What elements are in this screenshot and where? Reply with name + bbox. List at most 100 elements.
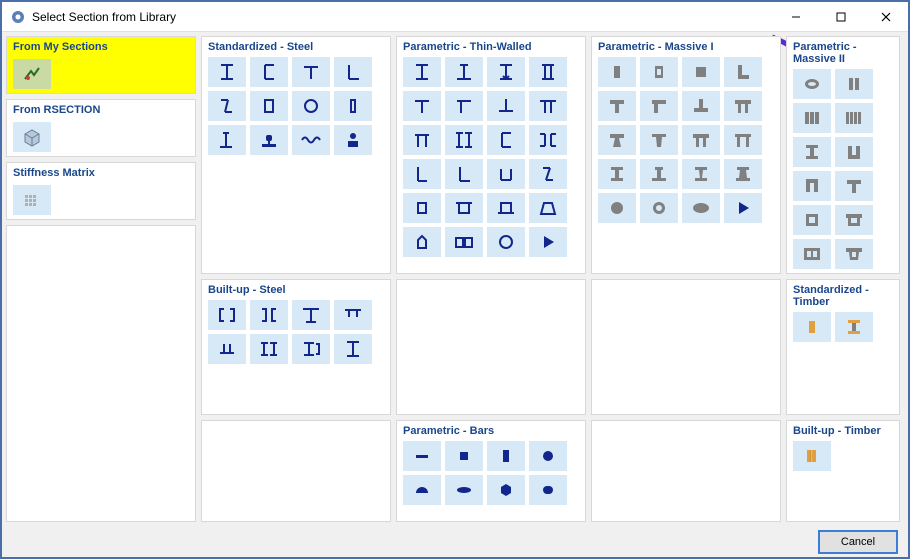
section-flat-icon[interactable]: [334, 91, 372, 121]
section-box-girder-icon[interactable]: [445, 193, 483, 223]
section-bar-square-icon[interactable]: [445, 441, 483, 471]
section-angle-icon[interactable]: [334, 57, 372, 87]
section-box-massive-icon[interactable]: [793, 205, 831, 235]
section-u-inv-massive-icon[interactable]: [793, 171, 831, 201]
section-tee-double-icon[interactable]: [529, 91, 567, 121]
section-hat-icon[interactable]: [334, 300, 372, 330]
section-box2-icon[interactable]: [487, 193, 525, 223]
section-hollow-rect-icon[interactable]: [250, 91, 288, 121]
section-doubletee-solid-icon[interactable]: [724, 125, 762, 155]
section-user-icon[interactable]: [334, 125, 372, 155]
section-circle-solid-icon[interactable]: [598, 193, 636, 223]
section-i-cell-icon[interactable]: [529, 57, 567, 87]
section-half-hex-icon[interactable]: [403, 227, 441, 257]
section-z-thin-icon[interactable]: [529, 159, 567, 189]
section-i-massive2-icon[interactable]: [793, 137, 831, 167]
section-square-solid-icon[interactable]: [682, 57, 720, 87]
section-hollow-circle-icon[interactable]: [292, 91, 330, 121]
section-triple-box-icon[interactable]: [835, 273, 873, 274]
section-i-built-icon[interactable]: [334, 334, 372, 364]
section-bar-halfcircle-icon[interactable]: [403, 475, 441, 505]
section-tee-asym-solid-icon[interactable]: [640, 91, 678, 121]
section-crane-rail-icon[interactable]: [208, 125, 246, 155]
section-l-solid-icon[interactable]: [724, 57, 762, 87]
section-crane-rail2-icon[interactable]: [250, 125, 288, 155]
section-channel-thin-icon[interactable]: [487, 125, 525, 155]
section-bar-round-icon[interactable]: [529, 441, 567, 471]
section-rect-solid-icon[interactable]: [598, 57, 636, 87]
section-tee-thin-icon[interactable]: [403, 91, 441, 121]
section-angle-thin-icon[interactable]: [445, 159, 483, 189]
section-u-massive-icon[interactable]: [835, 137, 873, 167]
section-double-box-icon[interactable]: [445, 227, 483, 257]
section-double-channel-in-icon[interactable]: [250, 300, 288, 330]
section-two-bars-icon[interactable]: [835, 69, 873, 99]
section-ellipse-solid-icon[interactable]: [682, 193, 720, 223]
section-tee-asym-icon[interactable]: [445, 91, 483, 121]
section-channel-icon[interactable]: [250, 57, 288, 87]
section-i-beam-icon[interactable]: [208, 57, 246, 87]
rsection-button[interactable]: [13, 122, 51, 152]
section-play-massive-icon[interactable]: [724, 193, 762, 223]
section-bar-rect-icon[interactable]: [487, 441, 525, 471]
maximize-button[interactable]: [818, 2, 863, 32]
section-double-i-built-icon[interactable]: [250, 334, 288, 364]
section-i-asym-solid-icon[interactable]: [640, 159, 678, 189]
my-sections-button[interactable]: [13, 59, 51, 89]
section-i-solid-icon[interactable]: [598, 159, 636, 189]
section-timber-i-icon[interactable]: [835, 312, 873, 342]
section-i-split-icon[interactable]: [793, 273, 831, 274]
close-button[interactable]: [863, 2, 908, 32]
panel-title: Parametric - Bars: [403, 425, 579, 437]
section-double-i-icon[interactable]: [445, 125, 483, 155]
section-oval-tube-icon[interactable]: [793, 69, 831, 99]
section-tee-solid-icon[interactable]: [598, 91, 636, 121]
window-title: Select Section from Library: [32, 10, 773, 24]
section-corrugated-icon[interactable]: [292, 125, 330, 155]
section-i-asym-icon[interactable]: [445, 57, 483, 87]
section-i-plate-icon[interactable]: [292, 300, 330, 330]
section-open-box-icon[interactable]: [487, 159, 525, 189]
section-i-haunch-solid-icon[interactable]: [682, 159, 720, 189]
section-timber-rect-icon[interactable]: [793, 312, 831, 342]
section-tee-down-icon[interactable]: [487, 91, 525, 121]
section-box-girder2-massive-icon[interactable]: [793, 239, 831, 269]
section-bar-rounded-icon[interactable]: [529, 475, 567, 505]
section-i-thin-icon[interactable]: [403, 57, 441, 87]
section-double-channel-out-icon[interactable]: [208, 300, 246, 330]
section-rect-hollow-icon[interactable]: [640, 57, 678, 87]
section-pi-icon[interactable]: [403, 125, 441, 155]
section-timber-builtup-icon[interactable]: [793, 441, 831, 471]
section-channel-v-icon[interactable]: [403, 159, 441, 189]
section-box-open-massive-icon[interactable]: [835, 239, 873, 269]
section-bar-lens-icon[interactable]: [445, 475, 483, 505]
section-bar-flat-icon[interactable]: [403, 441, 441, 471]
section-haunch-tee-icon[interactable]: [640, 125, 678, 155]
section-z-icon[interactable]: [208, 91, 246, 121]
section-hollow-rect-thin-icon[interactable]: [403, 193, 441, 223]
section-i-haunch-icon[interactable]: [487, 57, 525, 87]
section-three-bars-icon[interactable]: [793, 103, 831, 133]
section-ring-solid-icon[interactable]: [640, 193, 678, 223]
stiffness-matrix-button[interactable]: [13, 185, 51, 215]
panel-title: Parametric - Thin-Walled: [403, 41, 579, 53]
section-double-channel-icon[interactable]: [529, 125, 567, 155]
section-box-girder-massive-icon[interactable]: [835, 205, 873, 235]
section-bar-hex-icon[interactable]: [487, 475, 525, 505]
section-tee-trap-icon[interactable]: [598, 125, 636, 155]
section-trapezoid-icon[interactable]: [529, 193, 567, 223]
section-tee-icon[interactable]: [292, 57, 330, 87]
section-tee-double-solid-icon[interactable]: [724, 91, 762, 121]
section-tee-inv-solid-icon[interactable]: [682, 91, 720, 121]
cancel-button[interactable]: Cancel: [818, 530, 898, 554]
section-multi-bars-icon[interactable]: [835, 103, 873, 133]
section-i-haunch2-solid-icon[interactable]: [724, 159, 762, 189]
section-tee-massive2-icon[interactable]: [835, 171, 873, 201]
section-play-icon[interactable]: [529, 227, 567, 257]
panel-title: Parametric - Massive I: [598, 41, 774, 53]
section-pipe-icon[interactable]: [487, 227, 525, 257]
section-pi-solid-icon[interactable]: [682, 125, 720, 155]
minimize-button[interactable]: [773, 2, 818, 32]
section-tee-plate-icon[interactable]: [208, 334, 246, 364]
section-i-channel-icon[interactable]: [292, 334, 330, 364]
